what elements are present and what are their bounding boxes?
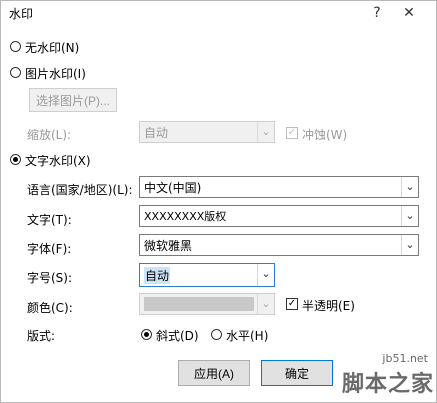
chevron-down-icon: ⌄ [401,177,418,197]
text-watermark-label[interactable]: 文字水印(X) [25,152,91,169]
scale-select[interactable]: 自动 ⌄ [139,121,275,143]
language-select[interactable]: 中文(中国) ⌄ [139,176,419,198]
washout-checkbox[interactable]: ✓ [286,127,298,139]
language-label: 语言(国家/地区)(L): [27,183,133,197]
text-input[interactable]: XXXXXXXX版权 ⌄ [139,205,419,227]
chevron-down-icon: ⌄ [401,235,418,255]
select-picture-button[interactable]: 选择图片(P)... [29,88,117,112]
apply-button[interactable]: 应用(A) [178,360,250,386]
text-value: XXXXXXXX版权 [144,210,227,223]
scale-value: 自动 [144,126,169,140]
dialog-title: 水印 [9,7,34,21]
size-label: 字号(S): [27,271,73,285]
washout-label: 冲蚀(W) [302,128,348,142]
chevron-down-icon: ⌄ [257,264,274,286]
size-select[interactable]: 自动 ⌄ [139,263,275,287]
chevron-down-icon: ⌄ [257,294,274,314]
color-label: 颜色(C): [27,301,73,315]
size-value: 自动 [144,267,171,284]
font-label: 字体(F): [27,242,72,256]
horizontal-label[interactable]: 水平(H) [226,327,268,344]
site-url: jb51.net [382,352,428,365]
language-value: 中文(中国) [144,181,202,195]
help-button[interactable]: ? [365,3,389,23]
watermark-dialog: 水印 ? ✕ 无水印(N) 图片水印(I) 选择图片(P)... 缩放(L): … [0,0,437,403]
text-watermark-radio[interactable] [10,154,21,165]
color-swatch [144,297,254,311]
picture-watermark-label[interactable]: 图片水印(I) [25,65,86,82]
site-watermark: jb51.net 脚本之家 [288,350,436,402]
picture-watermark-radio[interactable] [10,67,21,78]
layout-label: 版式: [27,329,56,343]
diagonal-label[interactable]: 斜式(D) [156,327,199,344]
no-watermark-radio[interactable] [10,41,21,52]
chevron-down-icon: ⌄ [401,206,418,226]
site-name: 脚本之家 [341,372,434,397]
diagonal-radio[interactable] [141,329,152,340]
font-value: 微软雅黑 [144,239,193,253]
close-button[interactable]: ✕ [397,3,421,23]
scale-label: 缩放(L): [27,128,72,142]
chevron-down-icon: ⌄ [257,122,274,142]
semitransparent-checkbox[interactable]: ✓ [286,298,298,310]
no-watermark-label[interactable]: 无水印(N) [25,39,79,56]
title-bar: 水印 ? ✕ [1,1,436,27]
color-select[interactable]: ⌄ [139,293,275,315]
text-label: 文字(T): [27,213,72,227]
semitransparent-label: 半透明(E) [302,299,355,313]
horizontal-radio[interactable] [211,329,222,340]
font-select[interactable]: 微软雅黑 ⌄ [139,234,419,256]
